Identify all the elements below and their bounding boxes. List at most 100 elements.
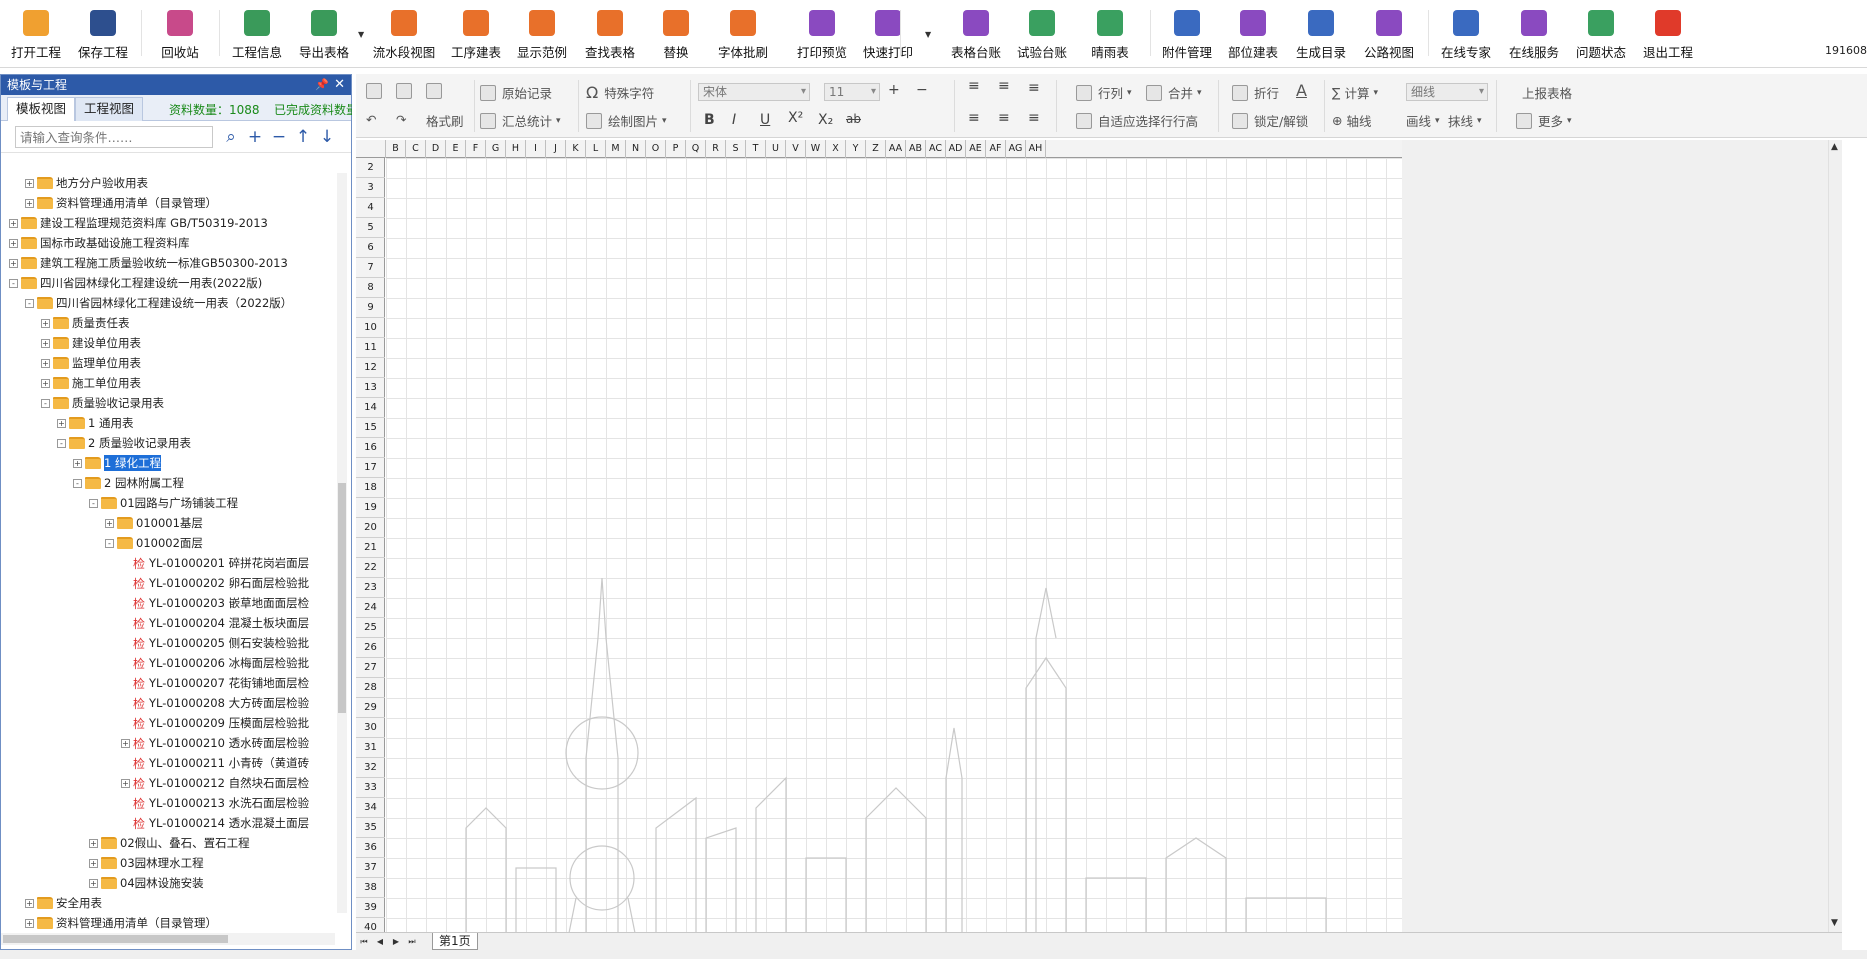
toolbar-button-9[interactable]: 替换 [641, 6, 711, 62]
tree-item-folder[interactable]: - 010002面层 [105, 533, 203, 553]
row-header[interactable]: 31 [356, 738, 385, 758]
row-header[interactable]: 29 [356, 698, 385, 718]
column-header[interactable]: B [386, 140, 406, 158]
tab-project-view[interactable]: 工程视图 [75, 97, 144, 121]
tree-item-folder[interactable]: + 施工单位用表 [41, 373, 141, 393]
expand-icon[interactable]: + [121, 738, 130, 748]
toolbar-button-2[interactable]: 回收站 [145, 6, 215, 62]
row-header[interactable]: 5 [356, 218, 385, 238]
toolbar-button-11[interactable]: 打印预览 [787, 6, 857, 62]
column-header[interactable]: C [406, 140, 426, 158]
toolbar-button-19[interactable]: 公路视图 [1354, 6, 1424, 62]
tree-item-folder[interactable]: + 资料管理通用清单（目录管理） [25, 193, 217, 213]
wrap-button[interactable]: 折行 [1232, 83, 1279, 102]
tree-item-folder[interactable]: + 建设单位用表 [41, 333, 141, 353]
toolbar-button-21[interactable]: 在线服务 [1499, 6, 1569, 62]
expand-icon[interactable]: + [105, 518, 114, 528]
row-header[interactable]: 28 [356, 678, 385, 698]
column-header[interactable]: T [746, 140, 766, 158]
row-header[interactable]: 20 [356, 518, 385, 538]
row-header[interactable]: 37 [356, 858, 385, 878]
row-header[interactable]: 10 [356, 318, 385, 338]
tab-template-view[interactable]: 模板视图 [7, 97, 76, 121]
row-header[interactable]: 18 [356, 478, 385, 498]
toolbar-button-5[interactable]: 流水段视图 [369, 6, 439, 62]
pin-icon[interactable]: 📌 [315, 75, 329, 95]
row-header[interactable]: 19 [356, 498, 385, 518]
column-header[interactable]: AA [886, 140, 906, 158]
row-header[interactable]: 30 [356, 718, 385, 738]
tree-item-folder[interactable]: +04园林设施安装 [89, 873, 204, 893]
row-header[interactable]: 17 [356, 458, 385, 478]
toolbar-button-7[interactable]: 显示范例 [507, 6, 577, 62]
align-left-icon[interactable]: ≡ [968, 110, 980, 126]
row-header[interactable]: 34 [356, 798, 385, 818]
row-header[interactable]: 8 [356, 278, 385, 298]
collapse-icon[interactable]: - [25, 298, 34, 308]
tree-item-folder[interactable]: +010001基层 [105, 513, 203, 533]
line-style-select[interactable]: 细线 [1406, 83, 1488, 101]
expand-icon[interactable]: + [25, 918, 34, 928]
row-header[interactable]: 12 [356, 358, 385, 378]
collapse-icon[interactable]: - [105, 538, 114, 548]
tree-item-document[interactable]: 检 YL-01000204 混凝土板块面层 [121, 613, 309, 633]
column-header[interactable]: AB [906, 140, 926, 158]
cell-grid[interactable] [386, 158, 1402, 932]
close-icon[interactable]: ✕ [334, 75, 345, 95]
toolbar-button-16[interactable]: 附件管理 [1152, 6, 1222, 62]
column-header[interactable]: J [546, 140, 566, 158]
collapse-icon[interactable]: - [9, 278, 18, 288]
toolbar-button-0[interactable]: 打开工程 [1, 6, 71, 62]
tree-item-document[interactable]: + 检 YL-01000210 透水砖面层检验 [121, 733, 309, 753]
row-header[interactable]: 39 [356, 898, 385, 918]
tree-horizontal-scrollbar[interactable] [1, 933, 335, 945]
prev-sheet-icon[interactable]: ◀ [374, 935, 386, 948]
row-header[interactable]: 15 [356, 418, 385, 438]
decrease-font-icon[interactable]: − [916, 82, 928, 98]
tree-item-folder[interactable]: + 资料管理通用清单（目录管理） [25, 913, 217, 933]
first-sheet-icon[interactable]: ⏮ [358, 935, 370, 948]
tree-item-document[interactable]: 检 YL-01000205 侧石安装检验批 [121, 633, 309, 653]
paste-icon[interactable] [396, 83, 418, 99]
column-header[interactable]: Z [866, 140, 886, 158]
column-header[interactable]: AF [986, 140, 1006, 158]
tree-item-document[interactable]: 检 YL-01000209 压模面层检验批 [121, 713, 309, 733]
expand-icon[interactable]: + [57, 418, 66, 428]
sheet-tab-page1[interactable]: 第1页 [432, 933, 478, 950]
row-header[interactable]: 32 [356, 758, 385, 778]
sheet-vertical-scrollbar[interactable]: ▲ ▼ [1828, 140, 1842, 932]
original-record-button[interactable]: 原始记录 [480, 83, 552, 102]
tree-item-folder[interactable]: - 四川省园林绿化工程建设统一用表（2022版） [25, 293, 292, 313]
erase-line-button[interactable]: 抹线 ▾ [1448, 111, 1482, 130]
column-header[interactable]: Y [846, 140, 866, 158]
tree-item-folder[interactable]: + 质量责任表 [41, 313, 130, 333]
tree-vertical-scrollbar[interactable] [337, 173, 347, 913]
tree-item-folder[interactable]: +02假山、叠石、置石工程 [89, 833, 250, 853]
expand-all-icon[interactable]: + [245, 126, 265, 148]
font-name-select[interactable]: 宋体 [698, 83, 810, 101]
column-header[interactable]: S [726, 140, 746, 158]
lock-unlock-button[interactable]: 锁定/解锁 [1232, 111, 1308, 130]
toolbar-button-15[interactable]: 晴雨表 [1075, 6, 1145, 62]
expand-icon[interactable]: + [41, 378, 50, 388]
dropdown-arrow-icon[interactable]: ▼ [358, 30, 364, 39]
expand-icon[interactable]: + [9, 258, 18, 268]
collapse-all-icon[interactable]: − [269, 126, 289, 148]
row-header[interactable]: 9 [356, 298, 385, 318]
redo-icon[interactable]: ↷ [396, 112, 406, 127]
increase-font-icon[interactable]: + [888, 82, 900, 98]
column-header[interactable]: X [826, 140, 846, 158]
row-header[interactable]: 21 [356, 538, 385, 558]
draw-line-button[interactable]: 画线 ▾ [1406, 111, 1440, 130]
collapse-icon[interactable]: - [41, 398, 50, 408]
align-bottom-icon[interactable]: ≡ [1028, 80, 1040, 96]
row-header[interactable]: 22 [356, 558, 385, 578]
tree-item-folder[interactable]: - 2 质量验收记录用表 [57, 433, 191, 453]
tree-item-folder[interactable]: - 01园路与广场铺装工程 [89, 493, 238, 513]
column-header[interactable]: R [706, 140, 726, 158]
next-sheet-icon[interactable]: ▶ [390, 935, 402, 948]
move-up-icon[interactable]: ↑ [293, 126, 313, 148]
toolbar-button-8[interactable]: 查找表格 [575, 6, 645, 62]
font-size-select[interactable]: 11 [824, 83, 880, 101]
tree-item-document[interactable]: 检 YL-01000202 卵石面层检验批 [121, 573, 309, 593]
